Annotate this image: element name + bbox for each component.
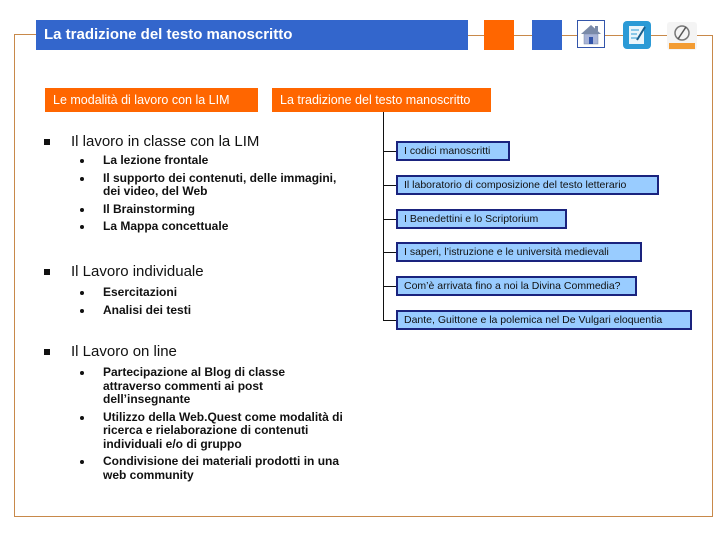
section-title: Il Lavoro individuale <box>71 263 204 280</box>
list-item: Il Brainstorming <box>80 202 345 217</box>
section-title: Il lavoro in classe con la LIM <box>71 133 260 150</box>
list-item: Utilizzo della Web.Quest come modalità d… <box>80 410 345 452</box>
tab-tradizione-testo[interactable]: La tradizione del testo manoscritto <box>272 88 491 112</box>
list-item: Analisi dei testi <box>80 303 345 318</box>
section-items-lavoro-individuale: Esercitazioni Analisi dei testi <box>80 285 345 321</box>
list-item: Il supporto dei contenuti, delle immagin… <box>80 171 345 199</box>
bullet-icon <box>80 176 84 181</box>
tree-node-de-vulgari-eloquentia[interactable]: Dante, Guittone e la polemica nel De Vul… <box>396 310 692 330</box>
notes-icon <box>629 26 646 44</box>
blue-square-button[interactable] <box>532 20 562 50</box>
frame-line-top-left <box>14 34 36 35</box>
bullet-icon <box>80 207 84 212</box>
square-bullet-icon <box>44 139 50 145</box>
home-icon <box>581 25 601 45</box>
notes-button[interactable] <box>623 21 651 49</box>
list-item: Esercitazioni <box>80 285 345 300</box>
tree-node-divina-commedia[interactable]: Com’è arrivata fino a noi la Divina Comm… <box>396 276 637 296</box>
bullet-icon <box>80 225 84 229</box>
tree-node-saperi-universita[interactable]: I saperi, l’istruzione e le università m… <box>396 242 642 262</box>
bullet-icon <box>80 159 84 163</box>
bullet-icon <box>80 460 84 464</box>
tree-connector <box>383 320 396 321</box>
tree-connector <box>383 151 396 152</box>
page-title: La tradizione del testo manoscritto <box>36 20 468 50</box>
tree-node-codici-manoscritti[interactable]: I codici manoscritti <box>396 141 510 161</box>
badge-logo-icon <box>669 25 695 49</box>
badge-logo-button[interactable] <box>667 22 697 50</box>
list-item: La lezione frontale <box>80 153 345 168</box>
bullet-icon <box>80 371 84 375</box>
tree-connector <box>383 185 396 186</box>
tree-node-laboratorio-composizione[interactable]: Il laboratorio di composizione del testo… <box>396 175 659 195</box>
tab-modalita-lavoro-lim[interactable]: Le modalità di lavoro con la LIM <box>45 88 258 112</box>
tree-connector <box>383 286 396 287</box>
list-item: Partecipazione al Blog di classe attrave… <box>80 365 345 407</box>
tree-connector <box>383 219 396 220</box>
list-item: La Mappa concettuale <box>80 219 345 234</box>
frame-line-right <box>712 36 713 517</box>
frame-line-left <box>14 34 15 516</box>
section-items-lavoro-on-line: Partecipazione al Blog di classe attrave… <box>80 365 345 486</box>
frame-line-bottom <box>14 516 713 517</box>
list-item: Condivisione dei materiali prodotti in u… <box>80 454 345 482</box>
tree-connector <box>383 252 396 253</box>
home-button[interactable] <box>577 20 605 48</box>
tree-node-benedettini-scriptorium[interactable]: I Benedettini e lo Scriptorium <box>396 209 567 229</box>
bullet-icon <box>80 291 84 295</box>
square-bullet-icon <box>44 349 50 355</box>
square-bullet-icon <box>44 269 50 275</box>
bullet-icon <box>80 415 84 420</box>
section-items-lavoro-in-classe: La lezione frontale Il supporto dei cont… <box>80 153 345 238</box>
bullet-icon <box>80 308 84 313</box>
orange-square-button[interactable] <box>484 20 514 50</box>
section-title: Il Lavoro on line <box>71 343 177 360</box>
tree-connector-vertical <box>383 112 384 320</box>
